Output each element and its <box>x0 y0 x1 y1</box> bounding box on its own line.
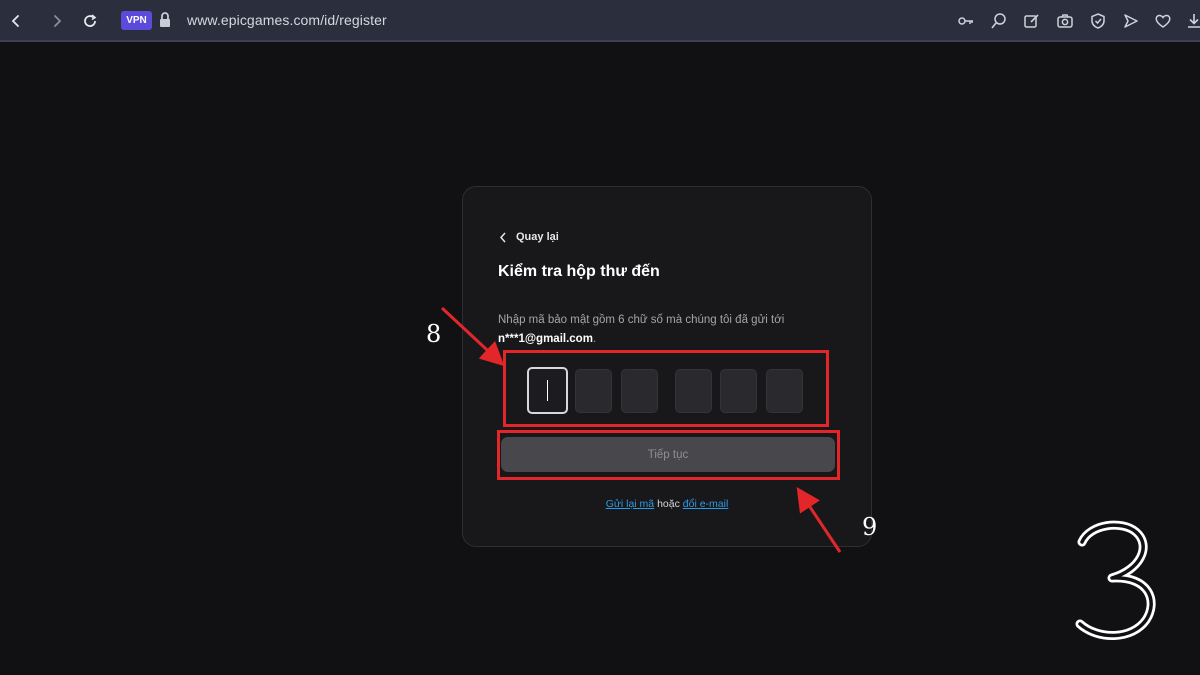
arrow-to-continue-button <box>796 487 842 553</box>
arrow-to-code-inputs <box>440 306 505 367</box>
annotation-arrows <box>440 306 842 553</box>
step-number-graphic: 3 <box>1075 520 1156 640</box>
annotation-label-8: 8 <box>426 320 442 348</box>
annotation-label-9: 9 <box>862 513 878 541</box>
